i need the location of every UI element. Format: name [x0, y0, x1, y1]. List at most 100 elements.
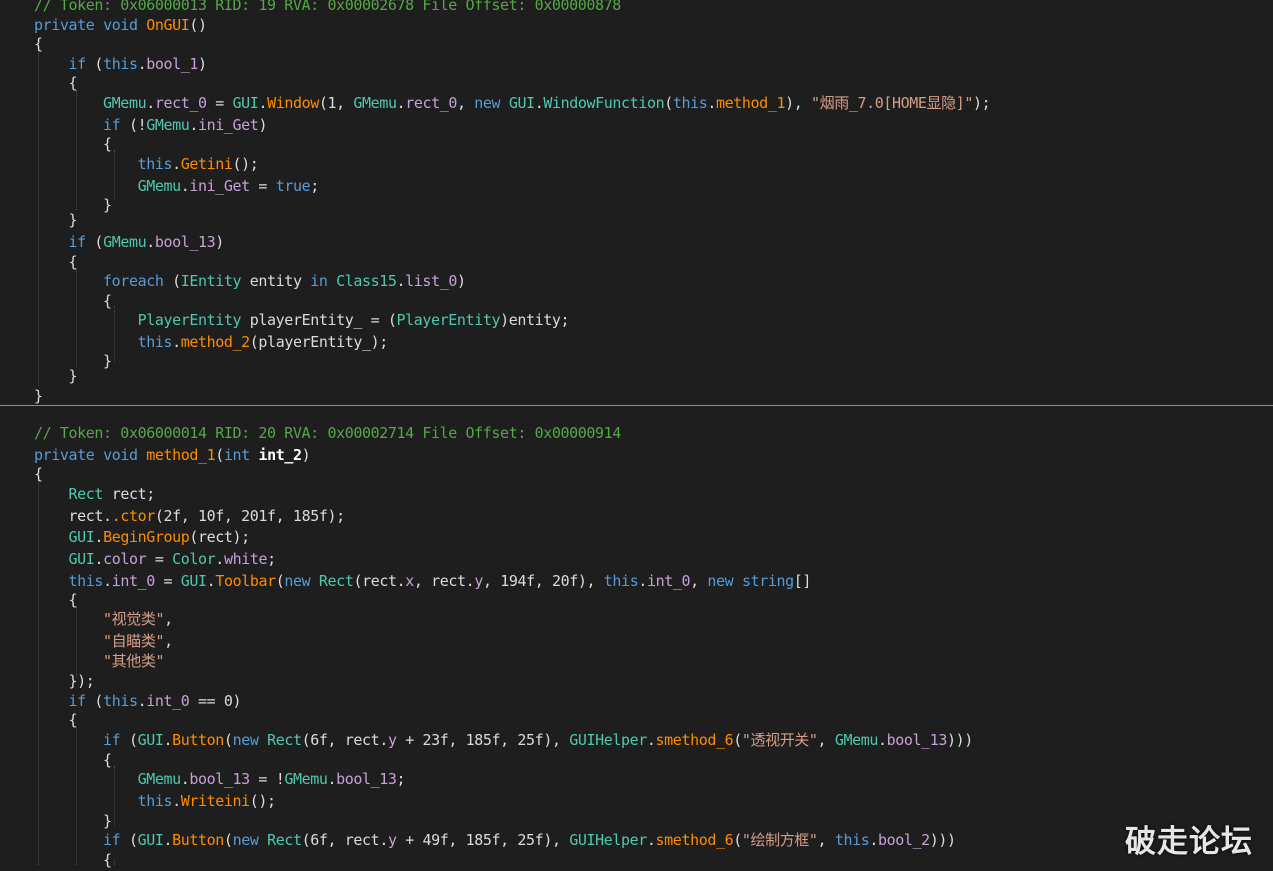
code-token: . — [638, 572, 647, 590]
code-token: bool_13 — [336, 770, 397, 788]
code-token: Getini — [180, 155, 233, 173]
code-line: } — [34, 385, 43, 407]
code-token: "视觉类" — [103, 610, 165, 628]
code-token: PlayerEntity — [137, 311, 242, 329]
code-token: GUI — [180, 572, 207, 590]
code-token: method_1 — [716, 94, 786, 112]
code-token: Window — [267, 94, 319, 112]
code-token: this — [137, 792, 173, 810]
code-token: . — [172, 155, 181, 173]
code-token: "自瞄类" — [103, 632, 165, 650]
code-token: this — [68, 572, 104, 590]
code-token: (6f, rect. — [301, 731, 389, 749]
code-token: bool_2 — [877, 831, 930, 849]
watermark-logo: 破走论坛 — [1125, 824, 1253, 860]
code-token: if — [68, 55, 87, 73]
code-editor[interactable]: // Token: 0x06000013 RID: 19 RVA: 0x0000… — [0, 0, 1273, 869]
code-token: GUI — [508, 94, 535, 112]
code-token: = — [146, 550, 173, 568]
code-line: foreach (IEntity entity in Class15.list_… — [34, 270, 466, 292]
code-token: new — [284, 572, 311, 590]
code-token: GUI — [68, 528, 95, 546]
code-line: GUI.BeginGroup(rect); — [34, 526, 251, 548]
code-token: in — [310, 272, 328, 290]
code-line: Rect rect; — [34, 483, 156, 505]
code-token: private — [34, 16, 95, 34]
code-token: ( — [215, 446, 224, 464]
code-token: int_0 — [146, 692, 190, 710]
code-token: ; — [310, 177, 319, 195]
code-line: { — [34, 463, 43, 485]
code-line: rect..ctor(2f, 10f, 201f, 185f); — [34, 505, 346, 527]
code-token: () — [189, 16, 207, 34]
code-token: ) — [456, 272, 466, 290]
code-line: if (GUI.Button(new Rect(6f, rect.y + 23f… — [34, 729, 973, 751]
code-token: , — [690, 572, 708, 590]
code-token: (6f, rect. — [301, 831, 389, 849]
code-token: { — [34, 851, 112, 869]
code-token: int — [223, 446, 250, 464]
code-token: GUI — [137, 831, 164, 849]
code-token: (); — [232, 155, 259, 173]
code-token: ; — [396, 770, 406, 788]
code-line: GUI.color = Color.white; — [34, 548, 277, 570]
code-token: Color — [172, 550, 216, 568]
code-token: rect. — [34, 507, 113, 525]
code-token: int_0 — [646, 572, 691, 590]
code-token: new — [232, 831, 259, 849]
code-token: true — [275, 177, 311, 195]
code-token: method_2 — [180, 333, 250, 351]
code-token: { — [34, 135, 112, 153]
code-token: smethod_6 — [655, 831, 734, 849]
method-separator — [0, 405, 1273, 406]
code-token: GMemu — [103, 94, 147, 112]
code-token: (rect. — [353, 572, 406, 590]
code-line: "自瞄类", — [34, 630, 173, 652]
code-token: (playerEntity_); — [249, 333, 388, 351]
code-token: GUI — [232, 94, 259, 112]
code-token: bool_13 — [154, 233, 216, 251]
code-token: foreach — [103, 272, 164, 290]
code-token: ( — [223, 731, 233, 749]
code-token: y — [387, 831, 397, 849]
code-line: { — [34, 72, 78, 94]
code-token: GUI — [68, 550, 95, 568]
code-token: if — [103, 731, 121, 749]
code-token: "其他类" — [103, 652, 165, 670]
code-token: GUI — [137, 731, 164, 749]
code-token: GMemu — [284, 770, 328, 788]
code-line: if (GUI.Button(new Rect(6f, rect.y + 49f… — [34, 829, 956, 851]
code-token: , rect. — [413, 572, 475, 590]
code-line: } — [34, 209, 78, 231]
code-line: { — [34, 849, 112, 871]
code-token: ( — [85, 55, 104, 73]
code-token: ); — [972, 94, 991, 112]
code-token: ) — [301, 446, 311, 464]
code-token: GMemu — [137, 177, 182, 195]
code-token: Writeini — [180, 792, 250, 810]
code-token: ), — [785, 94, 811, 112]
code-token: == 0) — [189, 692, 242, 710]
code-token: (rect); — [189, 528, 250, 546]
code-token: ( — [733, 731, 742, 749]
code-line: if (GMemu.bool_13) — [34, 231, 225, 253]
code-token: if — [103, 116, 121, 134]
code-token: ))) — [947, 731, 973, 749]
code-token: , — [164, 632, 173, 650]
code-token: void — [103, 446, 138, 464]
code-token: . — [646, 831, 656, 849]
code-token: ( — [664, 94, 673, 112]
code-token: string — [741, 572, 794, 590]
code-token: entity — [241, 272, 311, 290]
